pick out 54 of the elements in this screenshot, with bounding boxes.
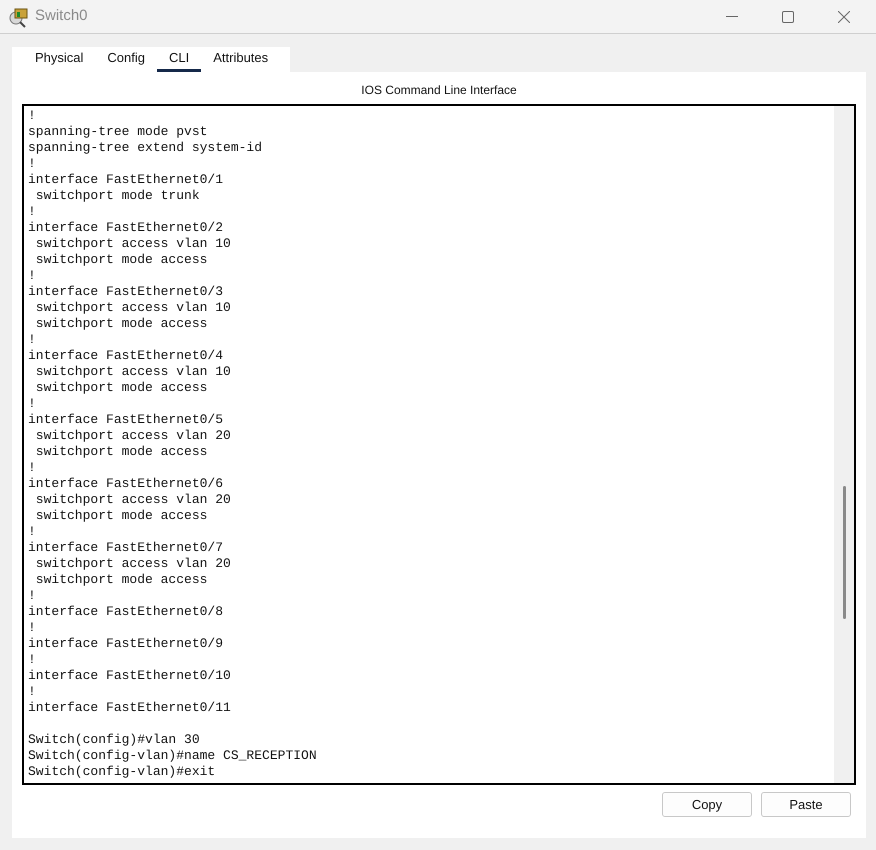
cli-line: switchport mode access [34,508,208,524]
tab[interactable]: CLI [157,47,202,72]
cli-line: interface FastEthernet0/3 [28,284,224,300]
cli-heading: IOS Command Line Interface [361,82,517,99]
cli-line: switchport access vlan 20 [34,492,232,508]
cli-line: ! [28,268,37,284]
scrollbar-thumb[interactable] [842,486,846,619]
tab[interactable]: Attributes [201,47,280,72]
cli-line: switchport mode trunk [34,188,201,204]
cli-line: interface FastEthernet0/2 [28,220,224,236]
cli-line: switchport mode access [34,572,208,588]
cli-line: interface FastEthernet0/6 [28,476,224,492]
cli-line: switchport access vlan 20 [34,556,232,572]
cli-line: ! [28,156,37,172]
minimize-icon [726,16,738,18]
cli-line: ! [28,108,37,124]
cli-line: ! [28,684,37,700]
cli-line: spanning-tree mode pvst [28,124,208,140]
cli-line: switchport access vlan 10 [34,364,232,380]
cli-line: ! [28,652,37,668]
cli-line: interface FastEthernet0/11 [28,700,232,716]
cli-line: interface FastEthernet0/9 [28,636,224,652]
maximize-icon [782,10,794,22]
tab[interactable]: Physical [23,47,96,72]
cli-line: ! [28,332,37,348]
cli-line: interface FastEthernet0/4 [28,348,224,364]
cli-line: switchport access vlan 10 [34,300,232,316]
cli-line: switchport access vlan 10 [34,236,232,252]
cli-line: switchport mode access [34,252,208,268]
cli-line: ! [28,204,37,220]
cli-line: interface FastEthernet0/10 [28,668,232,684]
cli-line: switchport access vlan 20 [34,428,232,444]
cli-line: interface FastEthernet0/8 [28,604,224,620]
cli-line: ! [28,460,37,476]
cli-line: switchport mode access [34,444,208,460]
cli-line: Switch(config)#vlan 30 [28,732,201,748]
switch-icon [8,6,30,28]
action-button[interactable]: Copy [662,792,752,817]
tab[interactable]: Config [95,47,157,72]
window-title: Switch0 [35,6,88,26]
cli-line: interface FastEthernet0/5 [28,412,224,428]
action-button[interactable]: Paste [761,792,851,817]
cli-line: spanning-tree extend system-id [28,140,264,156]
cli-line: ! [28,620,37,636]
cli-line: switchport mode access [34,316,208,332]
close-icon [838,10,850,22]
cli-line: ! [28,524,37,540]
cli-line: switchport mode access [34,380,208,396]
cli-line: ! [28,396,37,412]
cli-line: Switch(config-vlan)#name CS_RECEPTION [28,748,318,764]
cli-line: Switch(config-vlan)#exit [28,764,216,780]
cli-line: interface FastEthernet0/7 [28,540,224,556]
cli-line: ! [28,588,37,604]
cli-line: interface FastEthernet0/1 [28,172,224,188]
